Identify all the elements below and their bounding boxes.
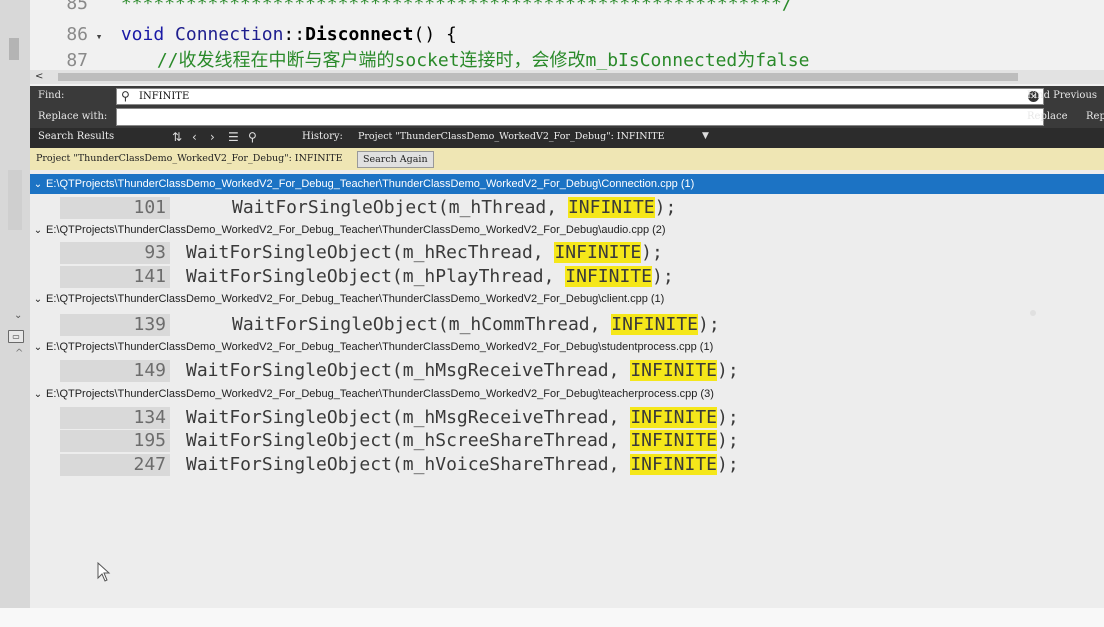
result-file-path: E:\QTProjects\ThunderClassDemo_WorkedV2_… (46, 341, 714, 353)
search-results-pane: Project "ThunderClassDemo_WorkedV2_For_D… (30, 148, 1104, 608)
match-code: WaitForSingleObject(m_hMsgReceiveThread,… (186, 360, 739, 381)
search-again-button[interactable]: Search Again (357, 151, 434, 168)
line-number: 86 (66, 24, 88, 45)
horizontal-scrollbar[interactable]: < (30, 70, 1104, 84)
search-results-toolbar: Search Results ⇅ ‹ › ☰ ⚲ History: Projec… (30, 128, 1104, 148)
result-file-path: E:\QTProjects\ThunderClassDemo_WorkedV2_… (46, 224, 666, 236)
chevron-down-icon[interactable]: ⌄ (30, 290, 46, 310)
find-replace-bar: Find: ⚲ INFINITE ✕ Replace with: Find Pr… (30, 86, 1104, 128)
match-line-number: 139 (60, 314, 170, 336)
match-line-number: 149 (60, 360, 170, 382)
result-file-path: E:\QTProjects\ThunderClassDemo_WorkedV2_… (46, 293, 665, 305)
match-highlight: INFINITE (567, 197, 655, 218)
scrollbar-thumb[interactable] (58, 73, 1018, 81)
code-text: ****************************************… (120, 0, 793, 14)
result-file-row[interactable]: ⌄ E:\QTProjects\ThunderClassDemo_WorkedV2… (30, 174, 1104, 194)
match-line-number: 141 (60, 266, 170, 288)
result-file-path: E:\QTProjects\ThunderClassDemo_WorkedV2_… (46, 388, 714, 400)
keyword: void (120, 24, 165, 45)
result-file-row[interactable]: ⌄ E:\QTProjects\ThunderClassDemo_WorkedV2… (30, 337, 1104, 357)
match-highlight: INFINITE (630, 454, 718, 475)
left-gutter-strip: ⌄ ▭ ^ (0, 0, 30, 627)
match-highlight: INFINITE (630, 430, 718, 451)
mouse-cursor-icon (97, 562, 111, 582)
match-code: WaitForSingleObject(m_hCommThread, INFIN… (232, 314, 720, 335)
find-label: Find: (38, 90, 65, 101)
find-previous-button[interactable]: Find Previous (1027, 90, 1097, 101)
history-label: History: (302, 131, 343, 142)
match-highlight: INFINITE (565, 266, 652, 287)
code-editor[interactable]: 85 *************************************… (30, 0, 1104, 86)
match-highlight: INFINITE (611, 314, 698, 335)
next-icon[interactable]: › (210, 130, 215, 144)
match-code: WaitForSingleObject(m_hScreeShareThread,… (186, 430, 739, 451)
match-line-number: 134 (60, 407, 170, 429)
replace-button[interactable]: Replace (1027, 111, 1068, 122)
match-code: WaitForSingleObject(m_hPlayThread, INFIN… (186, 266, 674, 287)
filter-icon[interactable]: ⇅ (172, 130, 182, 144)
chevron-up-icon[interactable]: ^ (15, 348, 23, 359)
editor-line: 87 //收发线程在中断与客户端的socket连接时，会修改m_bIsConne… (30, 50, 809, 72)
line-number: 85 (66, 0, 88, 14)
list-icon[interactable]: ☰ (228, 130, 239, 144)
chevron-down-icon[interactable]: ▼ (702, 131, 709, 141)
find-input-value: INFINITE (139, 91, 190, 102)
find-input[interactable]: ⚲ INFINITE ✕ (116, 88, 1044, 105)
history-select[interactable]: Project "ThunderClassDemo_WorkedV2_For_D… (358, 131, 665, 142)
screen-glare (1030, 310, 1036, 316)
search-icon: ⚲ (121, 89, 130, 103)
panel-icon[interactable]: ▭ (8, 330, 24, 343)
code-comment: //收发线程在中断与客户端的socket连接时，会修改m_bIsConnecte… (156, 50, 810, 71)
line-number: 87 (66, 50, 88, 71)
chevron-down-icon[interactable]: ⌄ (30, 338, 46, 358)
editor-line: 86 ▾ void Connection::Disconnect() { (30, 24, 457, 46)
replace-all-button[interactable]: Rep (1086, 111, 1104, 122)
fold-toggle-icon[interactable]: ▾ (88, 26, 110, 48)
gutter-marker (9, 38, 19, 60)
scroll-left-icon[interactable]: < (35, 70, 43, 84)
function-name: Disconnect (305, 24, 414, 45)
match-line-number: 93 (60, 242, 170, 264)
match-highlight: INFINITE (630, 360, 718, 381)
editor-line: 85 *************************************… (30, 0, 793, 15)
scope-operator: :: (283, 24, 306, 45)
result-file-row[interactable]: ⌄ E:\QTProjects\ThunderClassDemo_WorkedV2… (30, 289, 1104, 309)
gutter-band (8, 170, 22, 230)
match-code: WaitForSingleObject(m_hThread, INFINITE)… (232, 197, 677, 218)
match-code: WaitForSingleObject(m_hRecThread, INFINI… (186, 242, 663, 263)
match-line-number: 101 (60, 197, 170, 219)
search-summary-text: Project "ThunderClassDemo_WorkedV2_For_D… (36, 153, 343, 164)
class-name: Connection (175, 24, 284, 45)
match-code: WaitForSingleObject(m_hVoiceShareThread,… (186, 454, 739, 475)
code-text: () { (413, 24, 457, 45)
replace-input[interactable] (116, 108, 1044, 126)
match-highlight: INFINITE (630, 407, 718, 428)
match-line-number: 247 (60, 454, 170, 476)
chevron-down-icon[interactable]: ⌄ (30, 385, 46, 405)
search-results-title: Search Results (38, 131, 115, 142)
search-icon[interactable]: ⚲ (248, 130, 257, 144)
match-highlight: INFINITE (554, 242, 642, 263)
chevron-down-icon[interactable]: ⌄ (30, 221, 46, 241)
match-code: WaitForSingleObject(m_hMsgReceiveThread,… (186, 407, 739, 428)
previous-icon[interactable]: ‹ (192, 130, 197, 144)
match-line-number: 195 (60, 430, 170, 452)
result-file-row[interactable]: ⌄ E:\QTProjects\ThunderClassDemo_WorkedV2… (30, 384, 1104, 404)
search-summary-bar: Project "ThunderClassDemo_WorkedV2_For_D… (30, 148, 1104, 170)
result-file-row[interactable]: ⌄ E:\QTProjects\ThunderClassDemo_WorkedV2… (30, 220, 1104, 240)
result-file-path: E:\QTProjects\ThunderClassDemo_WorkedV2_… (46, 178, 695, 190)
replace-label: Replace with: (38, 111, 108, 122)
chevron-down-icon[interactable]: ⌄ (30, 175, 46, 195)
chevron-down-icon[interactable]: ⌄ (14, 310, 22, 321)
bottom-border (0, 608, 1104, 627)
